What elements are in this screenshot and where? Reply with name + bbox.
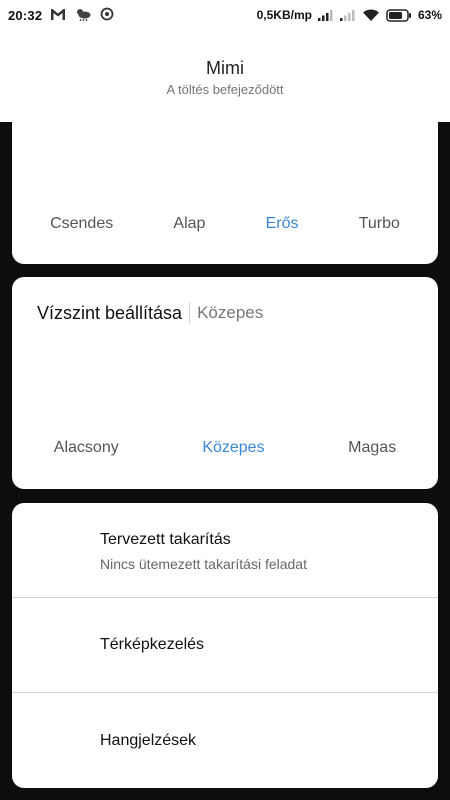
suction-option-csendes[interactable]: Csendes — [50, 215, 113, 233]
suction-option-eros[interactable]: Erős — [266, 215, 299, 233]
weather-icon — [77, 9, 91, 21]
water-level-card: Vízszint beállítása Közepes Alacsony Köz… — [12, 277, 438, 489]
map-management-title: Térképkezelés — [100, 636, 205, 653]
notification-icons — [50, 7, 114, 21]
divider — [189, 302, 191, 324]
water-level-header: Vízszint beállítása Közepes — [37, 302, 263, 324]
suction-power-card: Csendes Alap Erős Turbo — [12, 108, 438, 264]
water-level-label: Vízszint beállítása — [37, 302, 183, 323]
water-option-alacsony[interactable]: Alacsony — [54, 439, 119, 457]
water-option-magas[interactable]: Magas — [348, 439, 396, 457]
suction-options: Csendes Alap Erős Turbo — [12, 215, 438, 233]
water-level-options: Alacsony Közepes Magas — [12, 439, 438, 457]
network-speed: 0,5KB/mp — [256, 8, 312, 22]
scheduled-cleaning-title: Tervezett takarítás — [100, 531, 231, 548]
sounds-title: Hangjelzések — [100, 732, 197, 749]
sync-icon — [100, 7, 114, 21]
battery-percent: 63% — [417, 8, 442, 22]
device-status: A töltés befejeződött — [166, 82, 284, 97]
battery-icon — [386, 8, 411, 22]
status-right: 0,5KB/mp 63% — [257, 8, 442, 22]
status-bar: 20:32 0,5KB/mp 63% — [0, 0, 450, 30]
scheduled-cleaning-subtitle: Nincs ütemezett takarítási feladat — [100, 556, 307, 572]
signal-icon — [317, 10, 333, 21]
device-title: Mimi — [206, 58, 244, 78]
menu-item-sounds[interactable]: Hangjelzések — [12, 693, 438, 788]
status-time: 20:32 — [8, 8, 43, 23]
water-option-kozepes[interactable]: Közepes — [202, 439, 264, 457]
wifi-icon — [362, 8, 379, 21]
gmail-icon — [51, 8, 65, 20]
settings-menu-card: Tervezett takarítás Nincs ütemezett taka… — [12, 503, 438, 788]
signal-2-icon — [339, 10, 355, 21]
menu-item-map-management[interactable]: Térképkezelés — [12, 598, 438, 693]
suction-option-alap[interactable]: Alap — [173, 215, 205, 233]
suction-option-turbo[interactable]: Turbo — [359, 215, 400, 233]
water-level-value: Közepes — [197, 303, 264, 322]
menu-item-scheduled-cleaning[interactable]: Tervezett takarítás Nincs ütemezett taka… — [12, 503, 438, 598]
